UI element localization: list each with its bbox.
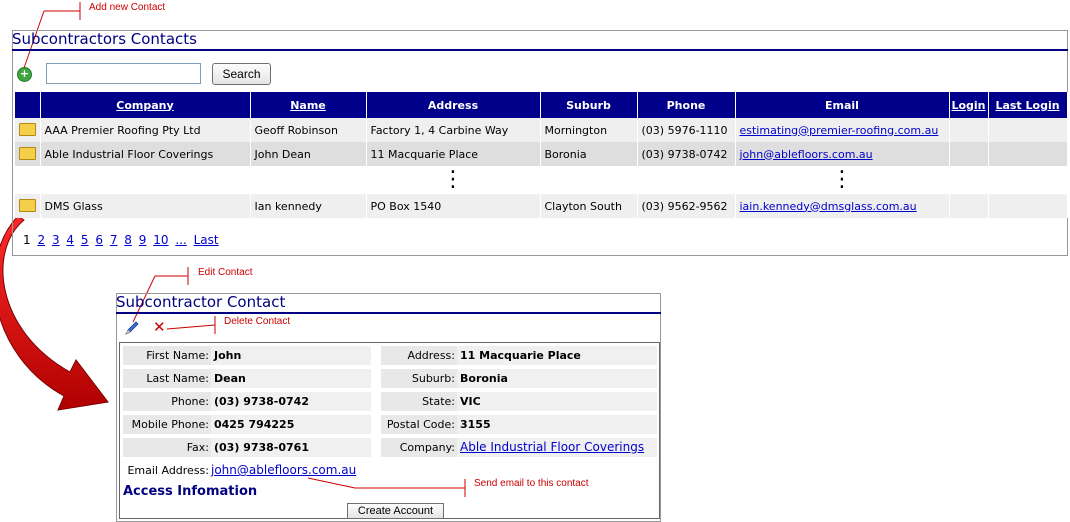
pager-page-link[interactable]: 6 xyxy=(95,233,103,247)
ellipsis-marker: ⋮ xyxy=(366,166,541,194)
email-link[interactable]: john@ablefloors.com.au xyxy=(740,148,873,161)
access-information-heading: Access Infomation xyxy=(123,484,258,499)
search-input[interactable] xyxy=(46,63,201,84)
column-header-icon xyxy=(15,92,41,118)
column-header-login[interactable]: Login xyxy=(949,92,989,118)
mobile-phone-label: Mobile Phone: xyxy=(123,415,211,434)
pager-page-link[interactable]: 2 xyxy=(37,233,45,247)
contact-fields: First Name: John Last Name: Dean Phone: … xyxy=(119,342,660,519)
annotation-add-new-contact: Add new Contact xyxy=(89,2,166,13)
contact-detail-panel: Subcontractor Contact ✕ First Name: John… xyxy=(116,293,661,522)
column-header-company[interactable]: Company xyxy=(40,92,251,118)
column-header-phone: Phone xyxy=(637,92,736,118)
email-link[interactable]: estimating@premier-roofing.com.au xyxy=(740,124,939,137)
pager-current-page: 1 xyxy=(23,233,31,247)
cell-address: 11 Macquarie Place xyxy=(366,142,541,166)
cell-name: Geoff Robinson xyxy=(250,118,367,142)
omitted-rows-indicator: ⋮ ⋮ xyxy=(15,166,1068,194)
fax-label: Fax: xyxy=(123,438,211,457)
pager-page-link[interactable]: 9 xyxy=(139,233,147,247)
phone-label: Phone: xyxy=(123,392,211,411)
phone-value: (03) 9738-0742 xyxy=(211,392,371,411)
table-header-row: Company Name Address Suburb Phone Email … xyxy=(15,92,1068,118)
table-row[interactable]: AAA Premier Roofing Pty Ltd Geoff Robins… xyxy=(15,118,1068,142)
state-value: VIC xyxy=(457,392,657,411)
postal-code-value: 3155 xyxy=(457,415,657,434)
cell-phone: (03) 5976-1110 xyxy=(637,118,736,142)
email-address-label: Email Address: xyxy=(127,464,209,477)
pencil-icon[interactable] xyxy=(124,320,140,336)
cell-address: PO Box 1540 xyxy=(366,194,541,218)
cell-company: Able Industrial Floor Coverings xyxy=(40,142,251,166)
folder-icon[interactable] xyxy=(18,123,36,136)
pager-page-link[interactable]: 3 xyxy=(52,233,60,247)
add-contact-icon[interactable]: + xyxy=(17,67,32,82)
pager-page-link[interactable]: 4 xyxy=(66,233,74,247)
first-name-label: First Name: xyxy=(123,346,211,365)
pager-page-link[interactable]: 8 xyxy=(124,233,132,247)
send-email-link[interactable]: john@ablefloors.com.au xyxy=(211,463,356,477)
cell-suburb: Boronia xyxy=(540,142,638,166)
delete-x-icon[interactable]: ✕ xyxy=(153,318,166,336)
contacts-table: Company Name Address Suburb Phone Email … xyxy=(15,92,1068,218)
first-name-value: John xyxy=(211,346,371,365)
cell-login xyxy=(949,142,989,166)
pager-more-link[interactable]: ... xyxy=(175,233,186,247)
cell-phone: (03) 9562-9562 xyxy=(637,194,736,218)
pager-page-link[interactable]: 10 xyxy=(153,233,168,247)
cell-last-login xyxy=(988,194,1068,218)
folder-icon[interactable] xyxy=(18,199,36,212)
address-value: 11 Macquarie Place xyxy=(457,346,657,365)
table-row[interactable]: DMS Glass Ian kennedy PO Box 1540 Clayto… xyxy=(15,194,1068,218)
table-row[interactable]: Able Industrial Floor Coverings John Dea… xyxy=(15,142,1068,166)
pager-last-link[interactable]: Last xyxy=(194,233,219,247)
page-title: Subcontractors Contacts xyxy=(12,30,1068,51)
column-header-last-login[interactable]: Last Login xyxy=(988,92,1068,118)
state-label: State: xyxy=(381,392,457,411)
search-button[interactable]: Search xyxy=(212,63,271,85)
cell-name: Ian kennedy xyxy=(250,194,367,218)
suburb-value: Boronia xyxy=(457,369,657,388)
email-link[interactable]: iain.kennedy@dmsglass.com.au xyxy=(740,200,917,213)
mobile-phone-value: 0425 794225 xyxy=(211,415,371,434)
cell-last-login xyxy=(988,118,1068,142)
column-header-email: Email xyxy=(735,92,950,118)
suburb-label: Suburb: xyxy=(381,369,457,388)
detail-title: Subcontractor Contact xyxy=(116,293,661,314)
ellipsis-marker: ⋮ xyxy=(735,166,950,194)
postal-code-label: Postal Code: xyxy=(381,415,457,434)
pager-page-link[interactable]: 7 xyxy=(110,233,118,247)
cell-name: John Dean xyxy=(250,142,367,166)
column-header-name[interactable]: Name xyxy=(250,92,367,118)
fax-value: (03) 9738-0761 xyxy=(211,438,371,457)
folder-icon[interactable] xyxy=(18,147,36,160)
cell-company: DMS Glass xyxy=(40,194,251,218)
company-label: Company: xyxy=(381,438,457,457)
cell-company: AAA Premier Roofing Pty Ltd xyxy=(40,118,251,142)
address-label: Address: xyxy=(381,346,457,365)
cell-address: Factory 1, 4 Carbine Way xyxy=(366,118,541,142)
last-name-value: Dean xyxy=(211,369,371,388)
cell-last-login xyxy=(988,142,1068,166)
company-link[interactable]: Able Industrial Floor Coverings xyxy=(460,440,644,454)
cell-login xyxy=(949,194,989,218)
cell-phone: (03) 9738-0742 xyxy=(637,142,736,166)
last-name-label: Last Name: xyxy=(123,369,211,388)
pager-page-link[interactable]: 5 xyxy=(81,233,89,247)
column-header-address: Address xyxy=(366,92,541,118)
contacts-list-panel: Subcontractors Contacts + Search Company… xyxy=(12,30,1068,256)
cell-suburb: Clayton South xyxy=(540,194,638,218)
create-account-button[interactable]: Create Account xyxy=(347,503,444,519)
cell-login xyxy=(949,118,989,142)
column-header-suburb: Suburb xyxy=(540,92,638,118)
cell-suburb: Mornington xyxy=(540,118,638,142)
annotation-edit-contact: Edit Contact xyxy=(198,267,253,278)
pager: 1 2 3 4 5 6 7 8 9 10 ... Last xyxy=(23,233,222,247)
